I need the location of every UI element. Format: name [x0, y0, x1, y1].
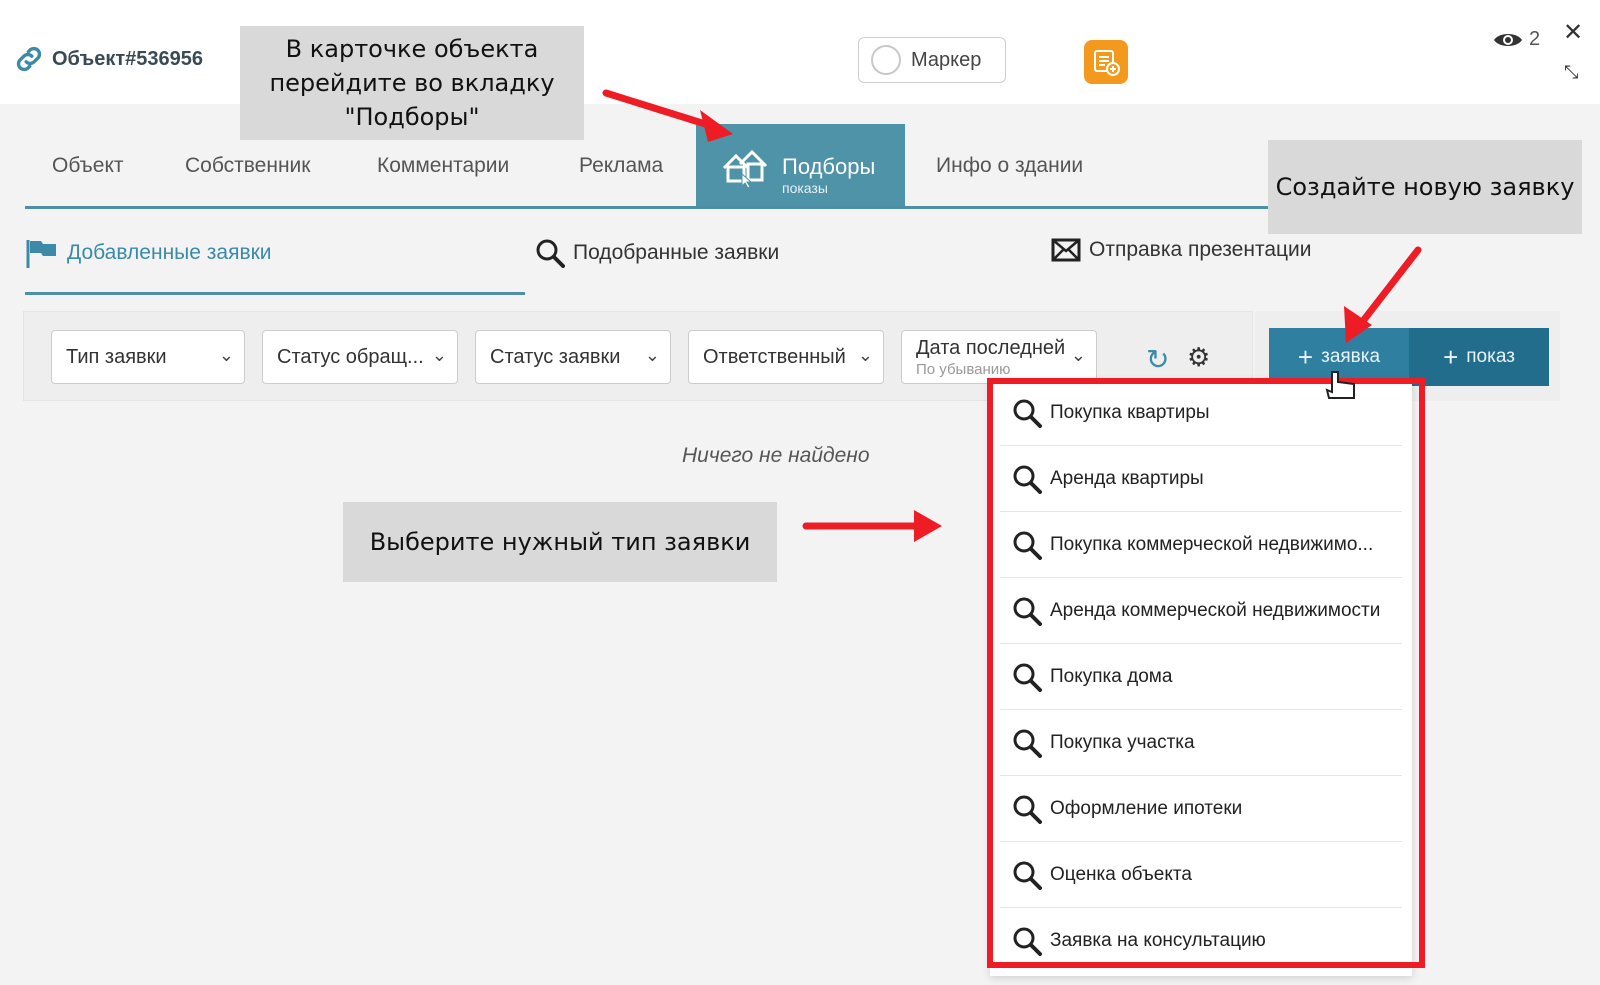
tab-owner[interactable]: Собственник	[185, 154, 310, 178]
dropdown-item-mortgage[interactable]: Оформление ипотеки	[1000, 776, 1402, 842]
subtab-send-presentation[interactable]: Отправка презентации	[1051, 238, 1312, 262]
document-add-icon	[1094, 50, 1120, 76]
chevron-down-icon: ⌄	[857, 345, 873, 365]
annotation-arrow-head	[914, 510, 942, 542]
dropdown-item-label: Оценка объекта	[1050, 863, 1192, 885]
search-icon	[1013, 927, 1042, 956]
dropdown-item-label: Покупка квартиры	[1050, 401, 1210, 423]
filter-request-status-label: Статус заявки	[490, 345, 621, 368]
dropdown-item-buy-land[interactable]: Покупка участка	[1000, 710, 1402, 776]
add-request-label: заявка	[1321, 346, 1381, 367]
viewers-indicator: 2	[1493, 28, 1540, 51]
tabs-divider	[25, 206, 1280, 209]
tab-selections-sublabel: показы	[782, 180, 828, 196]
envelope-icon	[1051, 238, 1081, 262]
search-icon	[1013, 531, 1042, 560]
dropdown-item-rent-commercial[interactable]: Аренда коммерческой недвижимости	[1000, 578, 1402, 644]
flag-icon	[26, 240, 56, 268]
gear-icon[interactable]: ⚙	[1187, 342, 1210, 373]
search-icon	[1013, 465, 1042, 494]
chevron-down-icon: ⌄	[218, 345, 234, 365]
subtab-active-underline	[25, 292, 525, 295]
search-icon	[536, 239, 565, 268]
chevron-down-icon: ⌄	[644, 345, 660, 365]
add-showing-button[interactable]: + показ	[1409, 328, 1549, 386]
search-icon	[1013, 399, 1042, 428]
dropdown-item-buy-commercial[interactable]: Покупка коммерческой недвижимо...	[1000, 512, 1402, 578]
search-icon	[1013, 861, 1042, 890]
add-document-button[interactable]	[1084, 40, 1128, 84]
marker-label: Маркер	[911, 48, 982, 71]
dropdown-item-label: Аренда коммерческой недвижимости	[1050, 599, 1381, 621]
filter-responsible[interactable]: Ответственный ⌄	[688, 330, 884, 384]
subtab-matched-requests[interactable]: Подобранные заявки	[535, 238, 779, 268]
viewers-count: 2	[1529, 28, 1541, 50]
marker-circle-icon	[871, 45, 901, 75]
search-icon	[1013, 729, 1042, 758]
filter-sort-date-label: Дата последней	[916, 337, 1066, 359]
dropdown-item-buy-house[interactable]: Покупка дома	[1000, 644, 1402, 710]
plus-icon: +	[1297, 341, 1314, 372]
add-request-button[interactable]: + заявка	[1269, 328, 1409, 386]
dropdown-item-appraisal[interactable]: Оценка объекта	[1000, 842, 1402, 908]
subtab-added-requests[interactable]: Добавленные заявки	[25, 238, 272, 268]
dropdown-item-label: Покупка участка	[1050, 731, 1195, 753]
dropdown-item-rent-apartment[interactable]: Аренда квартиры	[1000, 446, 1402, 512]
object-title[interactable]: Объект#536956	[12, 42, 203, 76]
filter-appeal-status[interactable]: Статус обращ... ⌄	[262, 330, 458, 384]
refresh-icon[interactable]: ↻	[1146, 343, 1169, 376]
dropdown-item-label: Покупка коммерческой недвижимо...	[1050, 533, 1374, 555]
eye-icon	[1494, 33, 1522, 46]
empty-state-text: Ничего не найдено	[682, 444, 870, 467]
search-icon	[1013, 597, 1042, 626]
filter-responsible-label: Ответственный	[703, 345, 846, 368]
dropdown-item-label: Покупка дома	[1050, 665, 1173, 687]
dropdown-item-label: Заявка на консультацию	[1050, 930, 1266, 951]
tab-building-info[interactable]: Инфо о здании	[936, 154, 1083, 178]
dropdown-item-label: Оформление ипотеки	[1050, 797, 1243, 819]
tab-comments[interactable]: Комментарии	[377, 154, 509, 178]
tab-selections[interactable]: Подборы показы	[696, 124, 905, 208]
filter-request-status[interactable]: Статус заявки ⌄	[475, 330, 671, 384]
object-title-text: Объект#536956	[52, 47, 204, 70]
request-type-dropdown: Покупка квартиры Аренда квартиры Покупка…	[990, 380, 1412, 976]
chevron-down-icon: ⌄	[431, 345, 447, 365]
dropdown-item-buy-apartment[interactable]: Покупка квартиры	[1000, 380, 1402, 446]
subtab-matched-label: Подобранные заявки	[573, 241, 780, 264]
search-icon	[1013, 663, 1042, 692]
link-icon	[16, 46, 42, 72]
tab-advertising[interactable]: Реклама	[579, 154, 663, 178]
filter-sort-direction: По убыванию	[916, 361, 1011, 378]
dropdown-item-consultation[interactable]: Заявка на консультацию	[1000, 908, 1402, 974]
subtab-added-label: Добавленные заявки	[67, 241, 272, 264]
tab-object[interactable]: Объект	[52, 154, 124, 178]
filter-request-type-label: Тип заявки	[66, 345, 167, 368]
chevron-down-icon: ⌄	[1070, 345, 1086, 365]
filter-request-type[interactable]: Тип заявки ⌄	[51, 330, 245, 384]
marker-button[interactable]: Маркер	[858, 37, 1006, 83]
callout-choose-type: Выберите нужный тип заявки	[343, 502, 777, 582]
houses-icon	[722, 149, 768, 188]
subtab-presentation-label: Отправка презентации	[1089, 238, 1312, 261]
sub-tabs: Добавленные заявки Подобранные заявки От…	[25, 230, 1565, 300]
add-showing-label: показ	[1466, 346, 1515, 367]
dropdown-item-label: Аренда квартиры	[1050, 467, 1204, 489]
collapse-icon[interactable]: ⤡	[1564, 62, 1578, 83]
close-icon[interactable]: ✕	[1563, 18, 1583, 47]
filter-appeal-status-label: Статус обращ...	[277, 345, 424, 368]
search-icon	[1013, 795, 1042, 824]
tab-selections-label: Подборы	[782, 154, 876, 179]
callout-go-to-tab: В карточке объекта перейдите во вкладку …	[240, 26, 584, 140]
filter-sort-date[interactable]: Дата последней По убыванию ⌄	[901, 330, 1097, 384]
plus-icon: +	[1443, 341, 1459, 372]
callout-create-request: Создайте новую заявку	[1268, 140, 1582, 234]
